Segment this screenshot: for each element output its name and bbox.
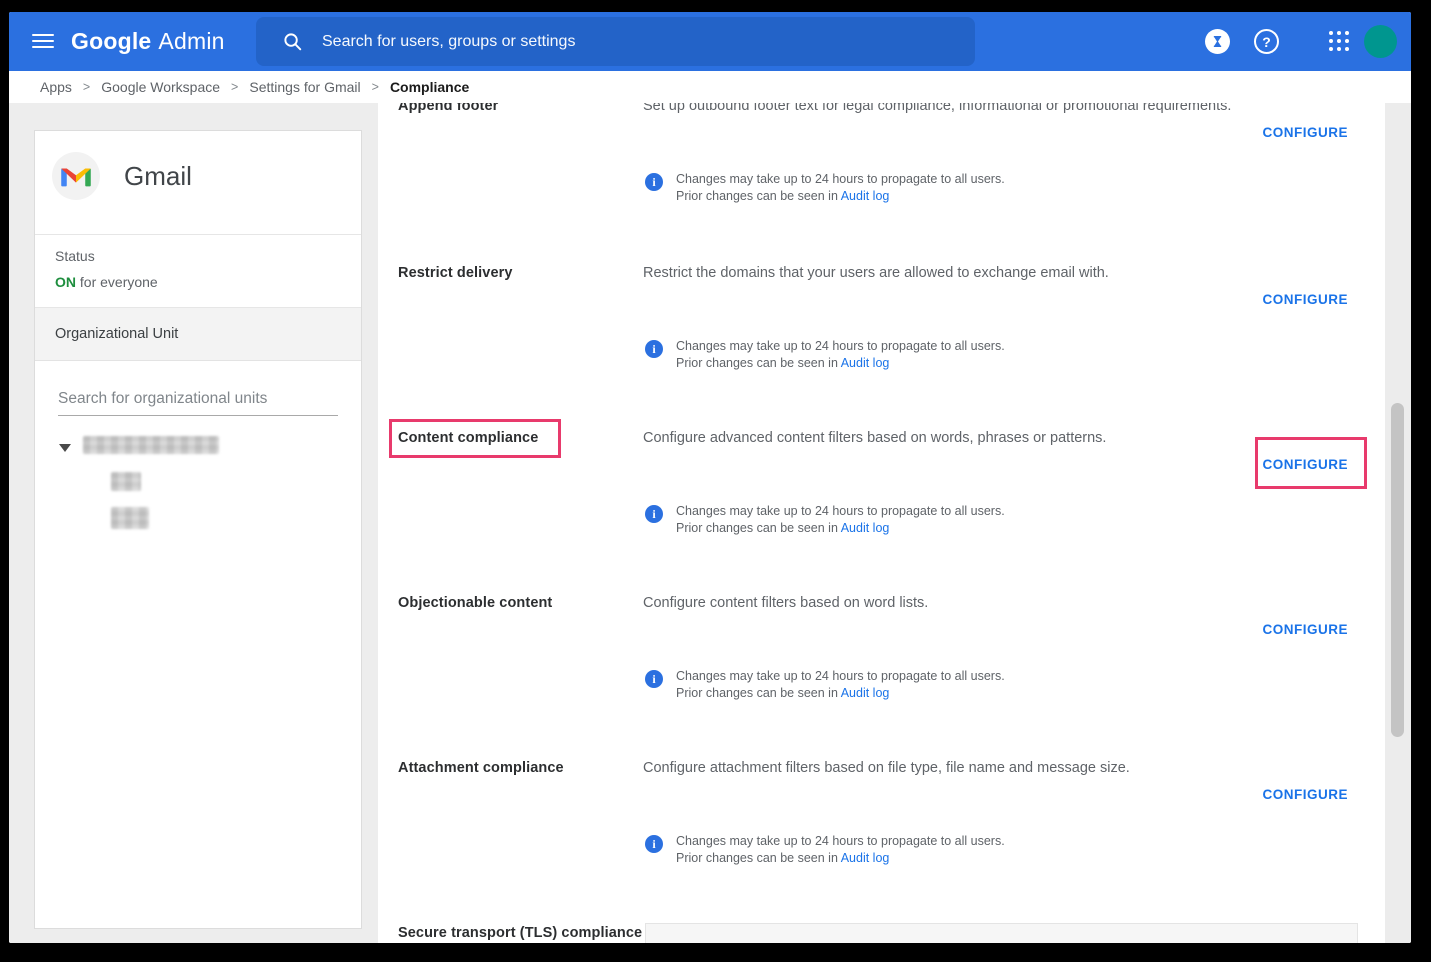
- breadcrumb-current-compliance: Compliance: [390, 79, 469, 95]
- breadcrumb: Apps > Google Workspace > Settings for G…: [9, 71, 1411, 103]
- admin-console-window: Google Admin ? Apps > Google Workspace: [9, 12, 1411, 943]
- info-icon: i: [645, 173, 663, 191]
- setting-description: Configure content filters based on word …: [643, 595, 1323, 611]
- service-title: Gmail: [124, 161, 192, 192]
- setting-panel: [645, 923, 1358, 943]
- breadcrumb-google-workspace[interactable]: Google Workspace: [101, 79, 220, 95]
- google-admin-logo[interactable]: Google Admin: [71, 12, 225, 71]
- org-unit-child-redacted[interactable]: [111, 472, 141, 491]
- setting-description: Set up outbound footer text for legal co…: [643, 103, 1323, 114]
- audit-log-link[interactable]: Audit log: [841, 521, 890, 535]
- scrollbar-track: [1385, 103, 1411, 943]
- top-app-bar: Google Admin ?: [9, 12, 1411, 71]
- note-line2: Prior changes can be seen in Audit log: [676, 355, 1005, 372]
- note-line1: Changes may take up to 24 hours to propa…: [676, 668, 1005, 685]
- sidebar: Gmail Status ON for everyone Organizatio…: [9, 103, 378, 943]
- collapse-arrow-icon[interactable]: [59, 444, 71, 452]
- audit-log-link[interactable]: Audit log: [841, 686, 890, 700]
- setting-title: Append footer: [398, 103, 643, 114]
- chevron-separator-icon: >: [83, 80, 90, 94]
- note-line1: Changes may take up to 24 hours to propa…: [676, 503, 1005, 520]
- note-line2: Prior changes can be seen in Audit log: [676, 685, 1005, 702]
- configure-button[interactable]: CONFIGURE: [1263, 787, 1349, 802]
- settings-list: Append footer Set up outbound footer tex…: [378, 103, 1385, 943]
- brand-admin: Admin: [158, 28, 224, 55]
- settings-row: Append footer Set up outbound footer tex…: [398, 103, 1348, 248]
- settings-row: Restrict delivery Restrict the domains t…: [398, 265, 1348, 415]
- propagation-note: i Changes may take up to 24 hours to pro…: [645, 833, 1005, 867]
- configure-button[interactable]: CONFIGURE: [1263, 292, 1349, 307]
- status-value: ON for everyone: [55, 274, 158, 290]
- setting-title: Restrict delivery: [398, 265, 643, 281]
- user-avatar[interactable]: [1364, 25, 1397, 58]
- note-line2: Prior changes can be seen in Audit log: [676, 850, 1005, 867]
- chevron-separator-icon: >: [231, 80, 238, 94]
- search-input[interactable]: [320, 32, 959, 52]
- chevron-separator-icon: >: [372, 80, 379, 94]
- gmail-service-card: Gmail Status ON for everyone Organizatio…: [34, 130, 362, 929]
- note-line2: Prior changes can be seen in Audit log: [676, 188, 1005, 205]
- settings-row: Secure transport (TLS) compliance i: [398, 925, 1348, 943]
- setting-description: Configure advanced content filters based…: [643, 430, 1323, 446]
- scrollbar-thumb[interactable]: [1391, 403, 1404, 737]
- audit-log-link[interactable]: Audit log: [841, 851, 890, 865]
- info-icon: i: [645, 670, 663, 688]
- menu-icon[interactable]: [32, 31, 54, 51]
- breadcrumb-settings-for-gmail[interactable]: Settings for Gmail: [249, 79, 360, 95]
- org-unit-search-input[interactable]: [58, 388, 338, 416]
- configure-button[interactable]: CONFIGURE: [1263, 622, 1349, 637]
- help-icon[interactable]: ?: [1254, 29, 1279, 54]
- propagation-note: i Changes may take up to 24 hours to pro…: [645, 171, 1005, 205]
- setting-description: Configure attachment filters based on fi…: [643, 760, 1323, 776]
- info-icon: i: [645, 835, 663, 853]
- setting-title: Attachment compliance: [398, 760, 643, 776]
- setting-title: Secure transport (TLS) compliance: [398, 925, 643, 941]
- info-icon: i: [645, 340, 663, 358]
- settings-row: Content compliance Configure advanced co…: [398, 430, 1348, 580]
- setting-title: Objectionable content: [398, 595, 643, 611]
- configure-button[interactable]: CONFIGURE: [1263, 457, 1349, 472]
- setting-description: Restrict the domains that your users are…: [643, 265, 1323, 281]
- hourglass-icon[interactable]: [1205, 29, 1230, 54]
- brand-google: Google: [71, 28, 151, 55]
- note-line2: Prior changes can be seen in Audit log: [676, 520, 1005, 537]
- configure-button[interactable]: CONFIGURE: [1263, 125, 1349, 140]
- audit-log-link[interactable]: Audit log: [841, 356, 890, 370]
- note-line1: Changes may take up to 24 hours to propa…: [676, 171, 1005, 188]
- apps-grid-icon[interactable]: [1329, 31, 1351, 53]
- info-icon: i: [645, 505, 663, 523]
- note-line1: Changes may take up to 24 hours to propa…: [676, 833, 1005, 850]
- search-icon: [283, 32, 302, 51]
- status-label: Status: [55, 248, 95, 264]
- org-unit-child-redacted[interactable]: [111, 507, 149, 529]
- settings-row: Attachment compliance Configure attachme…: [398, 760, 1348, 910]
- propagation-note: i Changes may take up to 24 hours to pro…: [645, 668, 1005, 702]
- setting-title: Content compliance: [398, 430, 643, 446]
- gmail-logo-icon: [52, 152, 100, 200]
- breadcrumb-apps[interactable]: Apps: [40, 79, 72, 95]
- audit-log-link[interactable]: Audit log: [841, 189, 890, 203]
- settings-row: Objectionable content Configure content …: [398, 595, 1348, 745]
- propagation-note: i Changes may take up to 24 hours to pro…: [645, 338, 1005, 372]
- global-search[interactable]: [256, 17, 975, 66]
- propagation-note: i Changes may take up to 24 hours to pro…: [645, 503, 1005, 537]
- org-unit-root-redacted[interactable]: [83, 436, 219, 454]
- status-on-badge: ON: [55, 274, 76, 290]
- org-unit-header: Organizational Unit: [35, 308, 361, 361]
- note-line1: Changes may take up to 24 hours to propa…: [676, 338, 1005, 355]
